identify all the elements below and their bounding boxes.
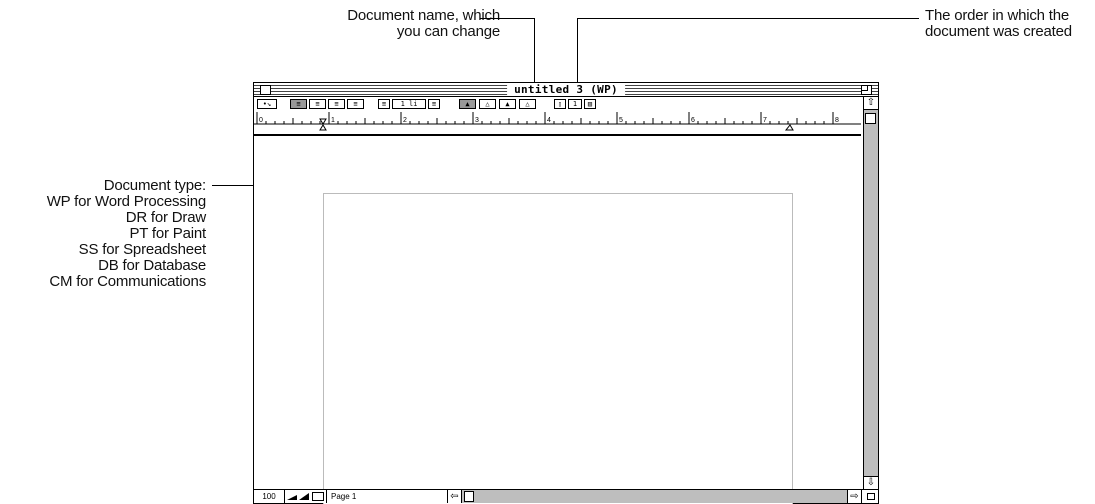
scroll-up-arrow[interactable]: ⇧ bbox=[864, 97, 878, 110]
zoom-out-icon[interactable] bbox=[286, 492, 298, 501]
center-tab-icon: △ bbox=[485, 100, 490, 108]
scroll-down-arrow[interactable]: ⇩ bbox=[864, 476, 878, 489]
increase-spacing-button[interactable]: ≡ bbox=[428, 99, 440, 109]
right-tab-button[interactable]: ▲ bbox=[499, 99, 516, 109]
column-count-value: 1 bbox=[572, 100, 578, 108]
callout-text: Document type: bbox=[103, 177, 206, 194]
vertical-scroll-thumb[interactable] bbox=[865, 113, 876, 124]
left-tab-button[interactable]: ▲ bbox=[459, 99, 476, 109]
ruler-label: 3 bbox=[475, 117, 479, 124]
leader-line bbox=[480, 18, 535, 19]
align-left-icon: ≡ bbox=[296, 100, 301, 108]
ruler-label: 5 bbox=[619, 117, 623, 124]
window-title: untitled 3 (WP) bbox=[507, 83, 625, 96]
horizontal-scroll-thumb[interactable] bbox=[464, 491, 474, 502]
zoom-box[interactable] bbox=[861, 85, 872, 95]
decrease-spacing-button[interactable]: ≡ bbox=[378, 99, 390, 109]
leader-line bbox=[534, 18, 535, 84]
align-center-button[interactable]: ≡ bbox=[309, 99, 326, 109]
right-tab-icon: ▲ bbox=[505, 100, 510, 108]
ruler-graphic: 0 1 2 3 4 5 6 7 8 bbox=[254, 112, 861, 131]
left-tab-icon: ▲ bbox=[465, 100, 470, 108]
callout-text: SS for Spreadsheet bbox=[78, 241, 207, 258]
text-tool-button[interactable]: •↘ bbox=[257, 99, 277, 109]
title-bar[interactable]: untitled 3 (WP) bbox=[254, 83, 878, 97]
columns-icon: ▥ bbox=[587, 100, 593, 108]
zoom-percentage[interactable]: 100 bbox=[254, 490, 285, 503]
callout-text: CM for Communications bbox=[49, 273, 206, 290]
scroll-left-arrow[interactable]: ⇦ bbox=[448, 490, 462, 503]
leader-line bbox=[577, 18, 578, 84]
size-box[interactable] bbox=[864, 490, 878, 503]
ruler[interactable]: 0 1 2 3 4 5 6 7 8 bbox=[254, 111, 861, 136]
status-bar: 100 Page 1 ⇦ ⇨ bbox=[254, 489, 878, 503]
document-page[interactable] bbox=[323, 193, 793, 504]
callout-text: document was created bbox=[925, 23, 1072, 40]
callout-text: WP for Word Processing bbox=[46, 193, 206, 210]
scroll-right-arrow[interactable]: ⇨ bbox=[847, 490, 861, 503]
line-spacing-value: 1 li bbox=[400, 100, 418, 108]
ruler-label: 0 bbox=[259, 117, 263, 124]
close-box[interactable] bbox=[260, 85, 271, 95]
align-left-button[interactable]: ≡ bbox=[290, 99, 307, 109]
callout-text: you can change bbox=[396, 23, 500, 40]
text-tool-icon: •↘ bbox=[262, 100, 272, 108]
align-center-icon: ≡ bbox=[315, 100, 320, 108]
align-right-button[interactable]: ≡ bbox=[328, 99, 345, 109]
document-window: untitled 3 (WP) •↘ ≡ ≡ ≡ ≡ ≡ 1 li ≡ ▲ △ … bbox=[253, 82, 879, 504]
align-justify-button[interactable]: ≡ bbox=[347, 99, 364, 109]
callout-document-type: Document type: WP for Word Processing DR… bbox=[0, 178, 206, 290]
spacing-icon: ≡ bbox=[431, 100, 437, 108]
line-spacing-field[interactable]: 1 li bbox=[392, 99, 426, 109]
ruler-label: 2 bbox=[403, 117, 407, 124]
first-line-indent-marker[interactable] bbox=[319, 118, 327, 125]
horizontal-scrollbar[interactable]: ⇦ ⇨ bbox=[447, 490, 862, 503]
callout-document-name: Document name, which you can change bbox=[270, 8, 500, 40]
ruler-label: 8 bbox=[835, 117, 839, 124]
callout-text: PT for Paint bbox=[129, 225, 206, 242]
callout-text: DR for Draw bbox=[125, 209, 207, 226]
right-indent-marker[interactable] bbox=[784, 124, 794, 131]
decimal-tab-icon: △ bbox=[525, 100, 530, 108]
ruler-label: 6 bbox=[691, 117, 695, 124]
align-justify-icon: ≡ bbox=[353, 100, 358, 108]
column-count-field[interactable]: 1 bbox=[568, 99, 582, 109]
center-tab-button[interactable]: △ bbox=[479, 99, 496, 109]
left-indent-marker[interactable] bbox=[319, 124, 327, 131]
ruler-label: 7 bbox=[763, 117, 767, 124]
callout-text: DB for Database bbox=[98, 257, 206, 274]
more-columns-button[interactable]: ▥ bbox=[584, 99, 596, 109]
fewer-columns-button[interactable]: ▯ bbox=[554, 99, 566, 109]
align-right-icon: ≡ bbox=[334, 100, 339, 108]
spacing-icon: ≡ bbox=[381, 100, 387, 108]
ruler-label: 1 bbox=[331, 117, 335, 124]
decimal-tab-button[interactable]: △ bbox=[519, 99, 536, 109]
column-icon: ▯ bbox=[557, 100, 563, 108]
ruler-toolbar: •↘ ≡ ≡ ≡ ≡ ≡ 1 li ≡ ▲ △ ▲ △ ▯ 1 ▥ bbox=[254, 97, 861, 111]
page-indicator[interactable]: Page 1 bbox=[326, 490, 446, 503]
zoom-in-icon[interactable] bbox=[298, 492, 310, 501]
callout-creation-order: The order in which the document was crea… bbox=[925, 8, 1090, 40]
leader-line bbox=[577, 18, 919, 19]
ruler-ticks bbox=[256, 112, 834, 124]
callout-text: Document name, which bbox=[347, 7, 500, 24]
page-view-icon[interactable] bbox=[312, 492, 324, 501]
vertical-scrollbar[interactable]: ⇧ ⇩ bbox=[863, 97, 878, 489]
ruler-label: 4 bbox=[547, 117, 551, 124]
callout-text: The order in which the bbox=[925, 7, 1070, 24]
